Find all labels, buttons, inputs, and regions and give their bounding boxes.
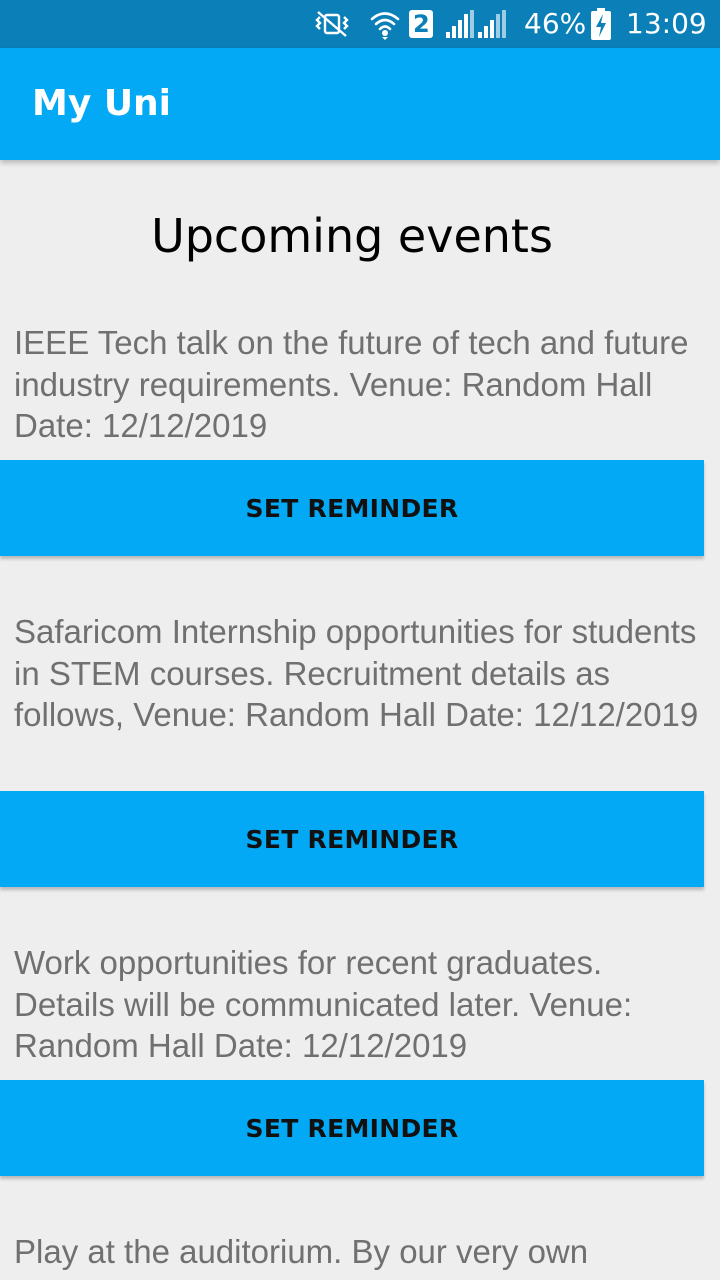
battery-percent: 46%	[524, 7, 587, 40]
sim-2-label: 2	[413, 10, 430, 38]
event-description: Work opportunities for recent graduates.…	[14, 944, 633, 1064]
wifi-icon	[368, 8, 402, 40]
set-reminder-button[interactable]: SET REMINDER	[0, 460, 704, 556]
app-title: My Uni	[32, 83, 172, 124]
signal-icon	[476, 8, 508, 40]
app-bar: My Uni	[0, 48, 720, 160]
event-description: IEEE Tech talk on the future of tech and…	[14, 324, 689, 444]
event-description: Safaricom Internship opportunities for s…	[14, 613, 699, 733]
set-reminder-button[interactable]: SET REMINDER	[0, 1080, 704, 1176]
page-title: Upcoming events	[151, 209, 553, 263]
status-bar: 2 46% 13:09	[0, 0, 720, 48]
signal-icon	[444, 8, 476, 40]
clock: 13:09	[626, 7, 707, 40]
mute-vibrate-icon	[312, 8, 352, 40]
event-description: Play at the auditorium. By our very own	[14, 1233, 589, 1270]
set-reminder-button[interactable]: SET REMINDER	[0, 791, 704, 887]
battery-charging-icon	[590, 8, 612, 40]
